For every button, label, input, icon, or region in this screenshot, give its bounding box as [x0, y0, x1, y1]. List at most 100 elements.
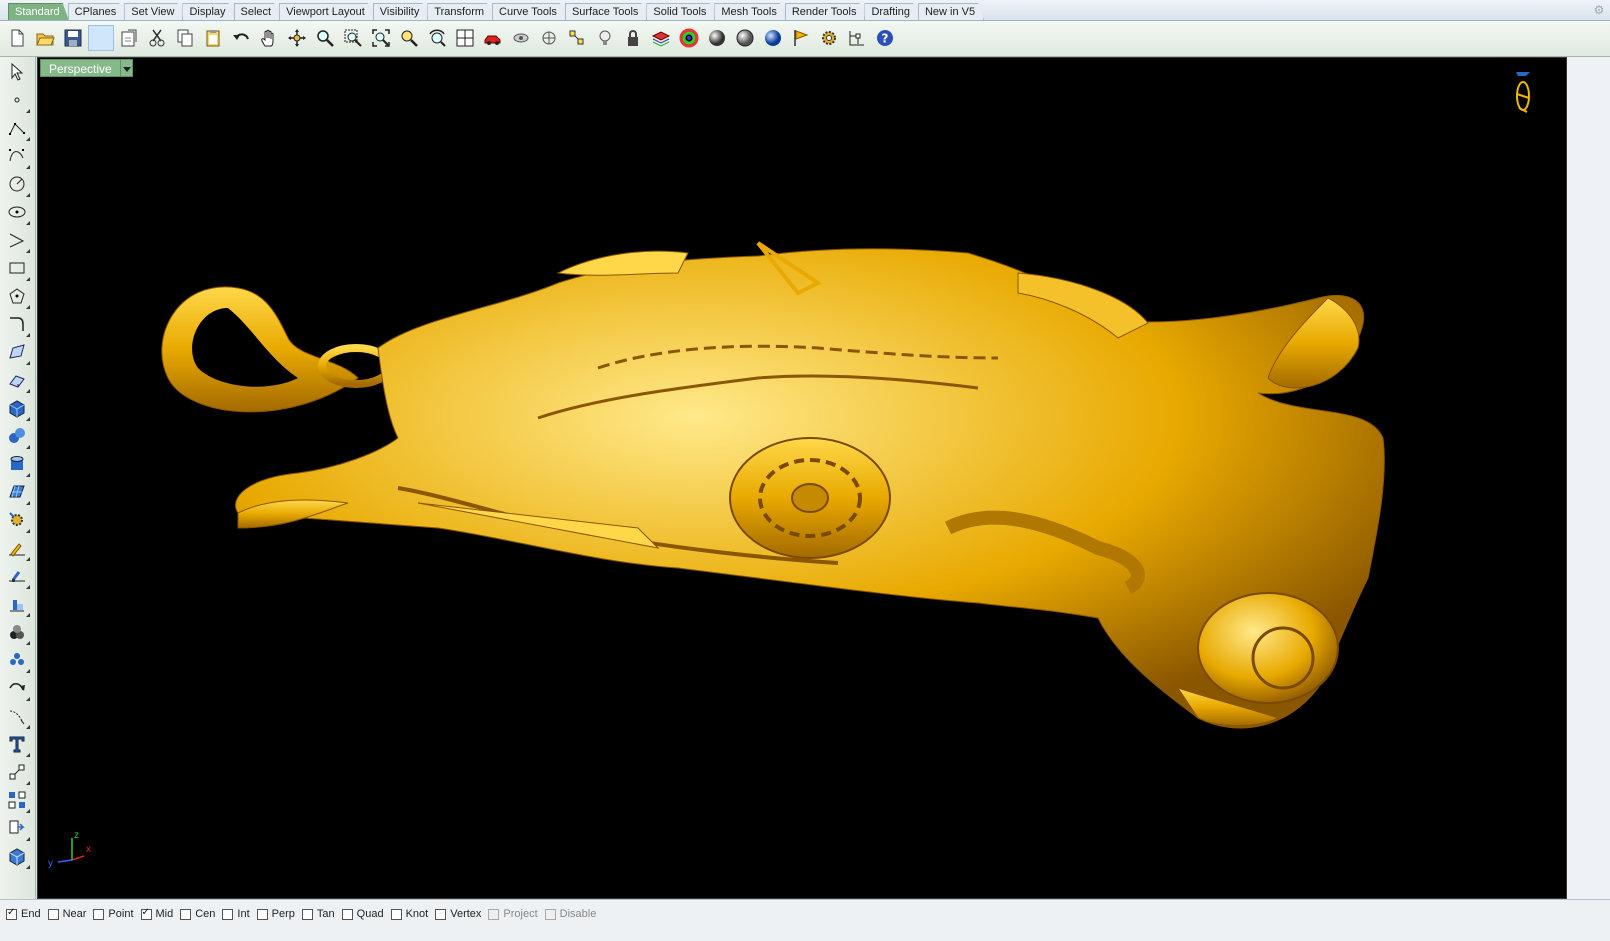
tab-visibility[interactable]: Visibility: [373, 3, 429, 20]
osnap-int[interactable]: Int: [222, 908, 250, 920]
osnap-cen-checkbox[interactable]: [180, 908, 192, 920]
settings-gear-icon[interactable]: [816, 25, 842, 51]
point-icon[interactable]: [4, 87, 30, 113]
polyline-icon[interactable]: [4, 115, 30, 141]
shaded-sphere-icon[interactable]: [704, 25, 730, 51]
explode-icon[interactable]: [4, 787, 30, 813]
cut-icon[interactable]: [144, 25, 170, 51]
text-icon[interactable]: [4, 731, 30, 757]
osnap-knot[interactable]: Knot: [390, 908, 428, 920]
tab-new-in-v5[interactable]: New in V5: [918, 3, 984, 20]
open-icon[interactable]: [32, 25, 58, 51]
rendered-sphere-icon[interactable]: [732, 25, 758, 51]
paste-icon[interactable]: [200, 25, 226, 51]
hide-icon[interactable]: [508, 25, 534, 51]
rectangle-icon[interactable]: [4, 255, 30, 281]
osnap-point-checkbox[interactable]: [93, 908, 105, 920]
viewport-title-tab[interactable]: Perspective: [40, 59, 133, 77]
sphere-icon[interactable]: [4, 423, 30, 449]
chevron-down-icon[interactable]: [120, 59, 133, 77]
osnap-int-checkbox[interactable]: [222, 908, 234, 920]
tab-display[interactable]: Display: [182, 3, 234, 20]
select-points-icon[interactable]: [564, 25, 590, 51]
dimension-icon[interactable]: [844, 25, 870, 51]
osnap-end[interactable]: End: [6, 907, 41, 920]
tab-drafting[interactable]: Drafting: [864, 3, 919, 20]
zoom-selected-icon[interactable]: [396, 25, 422, 51]
polygon-icon[interactable]: [4, 283, 30, 309]
tab-select[interactable]: Select: [234, 3, 281, 20]
osnap-mid-checkbox[interactable]: [140, 907, 152, 920]
osnap-near[interactable]: Near: [47, 908, 86, 920]
box-icon[interactable]: [4, 395, 30, 421]
osnap-disable-checkbox[interactable]: [544, 908, 556, 920]
copy-icon[interactable]: [172, 25, 198, 51]
tab-options-icon[interactable]: ⚙: [1592, 3, 1606, 17]
osnap-near-checkbox[interactable]: [47, 908, 59, 920]
tab-viewport-layout[interactable]: Viewport Layout: [279, 3, 374, 20]
tab-surface-tools[interactable]: Surface Tools: [565, 3, 647, 20]
rotate-view-icon[interactable]: [284, 25, 310, 51]
osnap-tan[interactable]: Tan: [301, 908, 335, 920]
circle-icon[interactable]: [4, 171, 30, 197]
osnap-tan-checkbox[interactable]: [301, 908, 313, 920]
block-icon[interactable]: [4, 815, 30, 841]
four-viewports-icon[interactable]: [452, 25, 478, 51]
osnap-quad-checkbox[interactable]: [341, 908, 353, 920]
osnap-point[interactable]: Point: [93, 908, 134, 920]
osnap-knot-checkbox[interactable]: [390, 908, 402, 920]
boolean-icon[interactable]: [4, 591, 30, 617]
import-icon[interactable]: [116, 25, 142, 51]
pan-icon[interactable]: [256, 25, 282, 51]
tab-render-tools[interactable]: Render Tools: [785, 3, 866, 20]
solid-box-icon[interactable]: [4, 843, 30, 869]
tab-standard[interactable]: Standard: [8, 3, 69, 20]
osnap-perp-checkbox[interactable]: [256, 908, 268, 920]
osnap-mid[interactable]: Mid: [140, 907, 173, 920]
new-icon[interactable]: [4, 25, 30, 51]
select-arrow-icon[interactable]: [4, 59, 30, 85]
perspective-viewport[interactable]: Perspective x z y: [37, 57, 1567, 899]
extrude-icon[interactable]: [4, 367, 30, 393]
save-icon[interactable]: [60, 25, 86, 51]
zoom-extents-icon[interactable]: [368, 25, 394, 51]
planar-surface-icon[interactable]: [4, 479, 30, 505]
offset-curve-icon[interactable]: [4, 647, 30, 673]
tab-cplanes[interactable]: CPlanes: [68, 3, 126, 20]
undo-icon[interactable]: [228, 25, 254, 51]
ellipse-icon[interactable]: [4, 199, 30, 225]
cylinder-icon[interactable]: [4, 451, 30, 477]
arc-icon[interactable]: [4, 227, 30, 253]
fillet-curve-icon[interactable]: [4, 311, 30, 337]
undo-view-icon[interactable]: [424, 25, 450, 51]
color-wheel-icon[interactable]: [676, 25, 702, 51]
flag-icon[interactable]: [788, 25, 814, 51]
osnap-end-checkbox[interactable]: [6, 907, 17, 920]
lock-icon[interactable]: [620, 25, 646, 51]
zoom-window-icon[interactable]: [340, 25, 366, 51]
osnap-perp[interactable]: Perp: [256, 908, 295, 920]
transform-gear-icon[interactable]: [4, 507, 30, 533]
osnap-project-checkbox[interactable]: [488, 908, 500, 920]
distance-icon[interactable]: [4, 675, 30, 701]
array-icon[interactable]: [4, 619, 30, 645]
dimension-icon[interactable]: [4, 759, 30, 785]
tab-curve-tools[interactable]: Curve Tools: [492, 3, 566, 20]
osnap-vertex-checkbox[interactable]: [435, 908, 447, 920]
tab-solid-tools[interactable]: Solid Tools: [646, 3, 715, 20]
edit-points-icon[interactable]: [4, 563, 30, 589]
car-object-icon[interactable]: [480, 25, 506, 51]
show-icon[interactable]: [536, 25, 562, 51]
zoom-icon[interactable]: [312, 25, 338, 51]
tab-transform[interactable]: Transform: [427, 3, 493, 20]
group-icon[interactable]: [4, 703, 30, 729]
move-icon[interactable]: [4, 535, 30, 561]
viewport-title[interactable]: Perspective: [40, 59, 121, 77]
tab-set-view[interactable]: Set View: [124, 3, 183, 20]
osnap-cen[interactable]: Cen: [180, 908, 215, 920]
light-icon[interactable]: [592, 25, 618, 51]
help-icon[interactable]: ?: [872, 25, 898, 51]
layers-icon[interactable]: [648, 25, 674, 51]
print-icon[interactable]: [88, 25, 114, 51]
osnap-quad[interactable]: Quad: [341, 908, 384, 920]
